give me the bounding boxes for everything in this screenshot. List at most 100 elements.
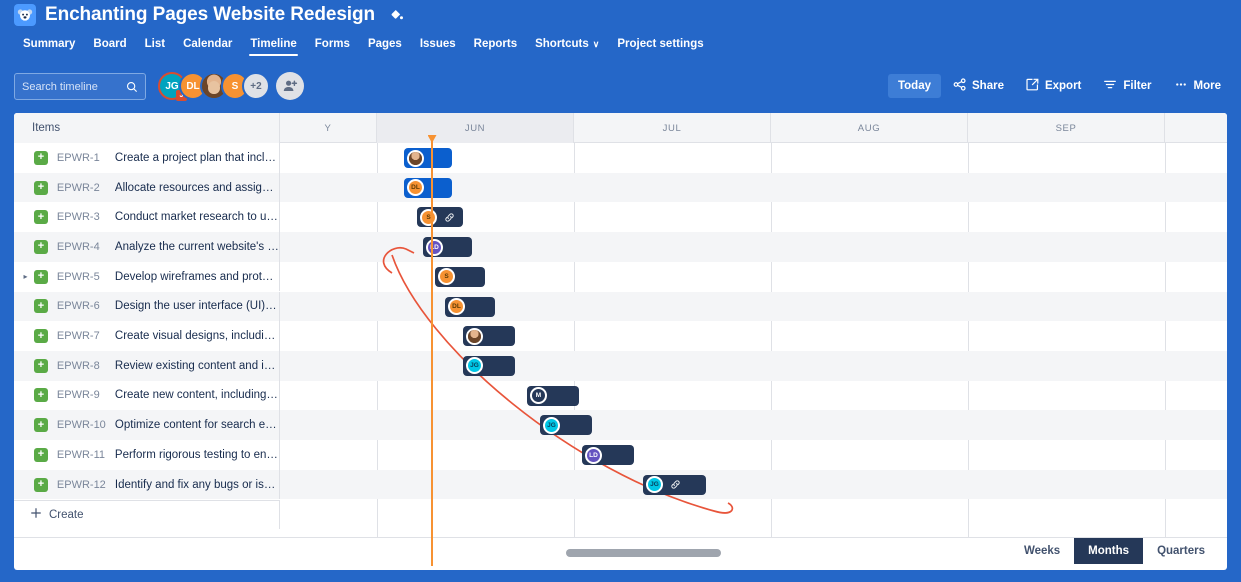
zoom-weeks-button[interactable]: Weeks bbox=[1010, 538, 1074, 564]
timeline-bar[interactable]: DL bbox=[404, 177, 452, 198]
timeline-bar[interactable] bbox=[404, 148, 452, 168]
scrollbar-thumb[interactable] bbox=[566, 549, 721, 557]
search-input[interactable] bbox=[22, 80, 122, 93]
zoom-quarters-button[interactable]: Quarters bbox=[1143, 538, 1219, 564]
timeline-bar[interactable]: M bbox=[527, 385, 579, 406]
issue-key[interactable]: EPWR-11 bbox=[57, 449, 115, 461]
story-icon: + bbox=[33, 239, 48, 254]
issue-summary[interactable]: Conduct market research to underst... bbox=[115, 211, 279, 223]
issue-summary[interactable]: Create visual designs, including colo... bbox=[115, 330, 279, 342]
today-button[interactable]: Today bbox=[887, 74, 941, 98]
month-header: SEP bbox=[968, 113, 1165, 143]
table-row[interactable]: ▸ + EPWR-5 Develop wireframes and protot… bbox=[14, 261, 1227, 292]
timeline-bar[interactable]: DL bbox=[445, 296, 495, 317]
table-row[interactable]: + EPWR-1 Create a project plan that incl… bbox=[14, 143, 1227, 173]
nav-item-summary[interactable]: Summary bbox=[14, 34, 84, 58]
avatar: LD bbox=[426, 238, 443, 256]
issue-summary[interactable]: Analyze the current website's streng... bbox=[115, 241, 279, 253]
issue-summary[interactable]: Create a project plan that includes al..… bbox=[115, 152, 279, 164]
add-person-icon[interactable] bbox=[276, 72, 304, 100]
row-item-cell[interactable]: + EPWR-3 Conduct market research to unde… bbox=[14, 202, 280, 233]
row-item-cell[interactable]: + EPWR-1 Create a project plan that incl… bbox=[14, 143, 280, 173]
nav-item-timeline[interactable]: Timeline bbox=[241, 34, 305, 58]
create-label: Create bbox=[49, 508, 84, 521]
link-icon bbox=[670, 479, 681, 490]
timeline-bar[interactable]: LD bbox=[582, 445, 634, 465]
issue-summary[interactable]: Optimize content for search engine... bbox=[115, 419, 279, 431]
table-row[interactable]: + EPWR-4 Analyze the current website's s… bbox=[14, 232, 1227, 262]
issue-summary[interactable]: Develop wireframes and prototypes ... bbox=[115, 271, 279, 283]
row-item-cell[interactable]: + EPWR-11 Perform rigorous testing to en… bbox=[14, 440, 280, 470]
issue-key[interactable]: EPWR-10 bbox=[57, 419, 115, 431]
expand-chevron-icon[interactable]: ▸ bbox=[19, 272, 32, 281]
table-row[interactable]: + EPWR-9 Create new content, including p… bbox=[14, 380, 1227, 411]
month-header: Y bbox=[280, 113, 377, 143]
timeline-bar[interactable]: JG bbox=[463, 355, 515, 376]
issue-key[interactable]: EPWR-6 bbox=[57, 300, 115, 312]
share-button[interactable]: Share bbox=[943, 72, 1014, 100]
issue-key[interactable]: EPWR-8 bbox=[57, 360, 115, 372]
row-item-cell[interactable]: + EPWR-6 Design the user interface (UI) … bbox=[14, 291, 280, 322]
timeline-bar[interactable]: S bbox=[417, 207, 463, 228]
more-button[interactable]: More bbox=[1164, 72, 1231, 100]
toolbar-actions: Today Share Export Filter More bbox=[887, 72, 1231, 100]
issue-key[interactable]: EPWR-4 bbox=[57, 241, 115, 253]
table-row[interactable]: + EPWR-11 Perform rigorous testing to en… bbox=[14, 440, 1227, 470]
month-header: AUG bbox=[771, 113, 968, 143]
timeline-bar[interactable]: S bbox=[435, 266, 485, 287]
row-item-cell[interactable]: + EPWR-8 Review existing content and ide… bbox=[14, 350, 280, 381]
table-row[interactable]: + EPWR-6 Design the user interface (UI) … bbox=[14, 291, 1227, 322]
more-dots-icon bbox=[1174, 78, 1188, 94]
row-item-cell[interactable]: + EPWR-9 Create new content, including p… bbox=[14, 380, 280, 411]
row-item-cell[interactable]: + EPWR-7 Create visual designs, includin… bbox=[14, 321, 280, 351]
nav-item-pages[interactable]: Pages bbox=[359, 34, 411, 58]
timeline-bar[interactable]: JG bbox=[643, 474, 706, 495]
issue-summary[interactable]: Create new content, including prod... bbox=[115, 389, 279, 401]
table-row[interactable]: + EPWR-7 Create visual designs, includin… bbox=[14, 321, 1227, 351]
table-row[interactable]: + EPWR-12 Identify and fix any bugs or i… bbox=[14, 469, 1227, 500]
issue-key[interactable]: EPWR-3 bbox=[57, 211, 115, 223]
table-row[interactable]: + EPWR-8 Review existing content and ide… bbox=[14, 350, 1227, 381]
issue-key[interactable]: EPWR-7 bbox=[57, 330, 115, 342]
paint-bucket-icon[interactable] bbox=[389, 8, 404, 23]
issue-key[interactable]: EPWR-5 bbox=[57, 271, 115, 283]
nav-item-board[interactable]: Board bbox=[84, 34, 135, 58]
nav-item-calendar[interactable]: Calendar bbox=[174, 34, 241, 58]
create-issue-button[interactable]: Create bbox=[14, 499, 280, 530]
timeline-bar[interactable] bbox=[463, 326, 515, 347]
issue-summary[interactable]: Perform rigorous testing to ensure ... bbox=[115, 449, 279, 461]
nav-item-shortcuts[interactable]: Shortcuts ∨ bbox=[526, 34, 608, 58]
search-timeline-box[interactable] bbox=[14, 73, 146, 100]
nav-item-forms[interactable]: Forms bbox=[306, 34, 359, 58]
nav-item-project-settings[interactable]: Project settings bbox=[608, 34, 712, 58]
issue-key[interactable]: EPWR-2 bbox=[57, 182, 115, 194]
row-item-cell[interactable]: + EPWR-12 Identify and fix any bugs or i… bbox=[14, 469, 280, 500]
table-row[interactable]: + EPWR-10 Optimize content for search en… bbox=[14, 410, 1227, 440]
avatar-overflow-count[interactable]: +2 bbox=[242, 72, 270, 100]
table-row[interactable]: + EPWR-3 Conduct market research to unde… bbox=[14, 202, 1227, 233]
issue-summary[interactable]: Identify and fix any bugs or issues. bbox=[115, 479, 279, 491]
zoom-months-button[interactable]: Months bbox=[1074, 538, 1144, 564]
row-item-cell[interactable]: + EPWR-4 Analyze the current website's s… bbox=[14, 232, 280, 262]
issue-key[interactable]: EPWR-1 bbox=[57, 152, 115, 164]
timeline-bar[interactable]: JG bbox=[540, 415, 592, 436]
export-button[interactable]: Export bbox=[1016, 72, 1091, 100]
issue-key[interactable]: EPWR-12 bbox=[57, 479, 115, 491]
nav-item-list[interactable]: List bbox=[136, 34, 174, 58]
row-item-cell[interactable]: + EPWR-10 Optimize content for search en… bbox=[14, 410, 280, 440]
issue-summary[interactable]: Design the user interface (UI) and us... bbox=[115, 300, 279, 312]
items-column-header: Items bbox=[14, 113, 280, 143]
month-header: JUN bbox=[377, 113, 574, 143]
nav-item-reports[interactable]: Reports bbox=[465, 34, 526, 58]
issue-key[interactable]: EPWR-9 bbox=[57, 389, 115, 401]
story-icon: + bbox=[33, 358, 48, 373]
title-row: Enchanting Pages Website Redesign bbox=[14, 4, 404, 26]
table-row[interactable]: + EPWR-2 Allocate resources and assign r… bbox=[14, 172, 1227, 203]
row-item-cell[interactable]: + EPWR-2 Allocate resources and assign r… bbox=[14, 172, 280, 203]
nav-item-issues[interactable]: Issues bbox=[411, 34, 465, 58]
filter-button[interactable]: Filter bbox=[1093, 72, 1161, 100]
issue-summary[interactable]: Review existing content and identify... bbox=[115, 360, 279, 372]
today-marker-line bbox=[431, 141, 433, 566]
issue-summary[interactable]: Allocate resources and assign roles ... bbox=[115, 182, 279, 194]
row-item-cell[interactable]: ▸ + EPWR-5 Develop wireframes and protot… bbox=[14, 261, 280, 292]
